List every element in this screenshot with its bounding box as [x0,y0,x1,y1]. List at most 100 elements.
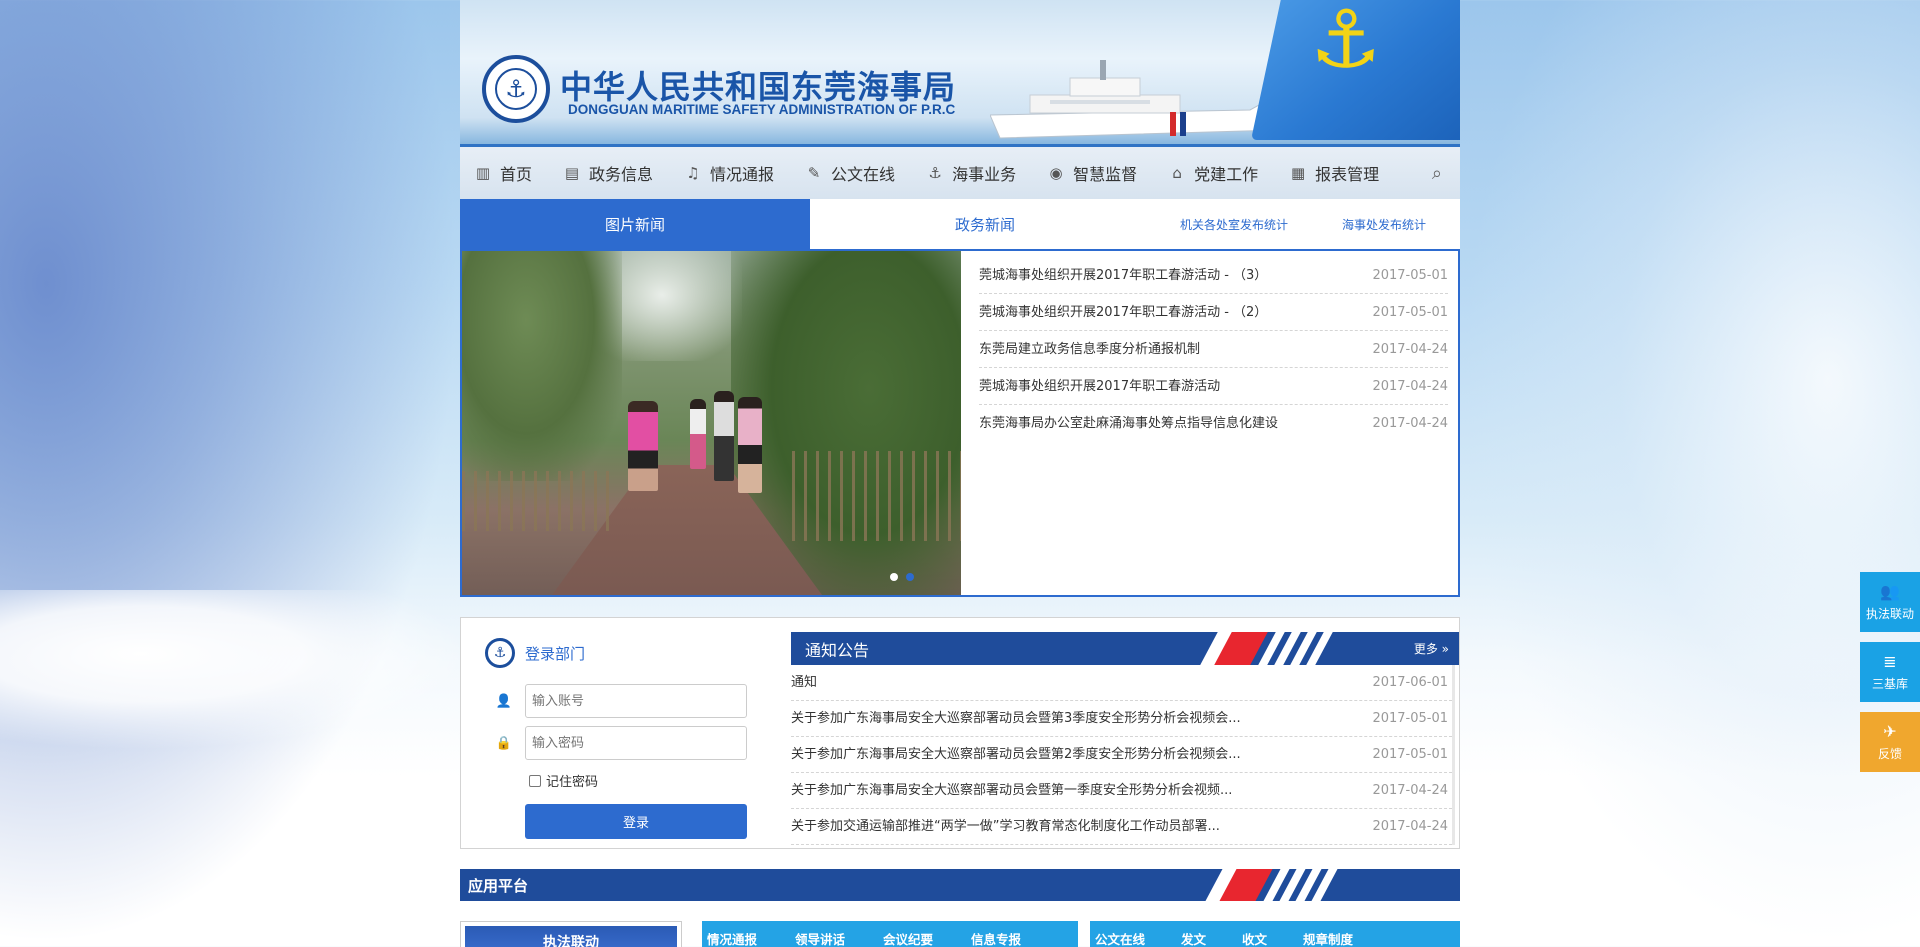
nav-item-home[interactable]: ▥ 首页 [474,161,532,185]
notice-title-text[interactable]: 关于参加交通运输部推进“两学一做”学习教育常态化制度化工作动员部署... [791,809,1220,844]
nav-label: 政务信息 [589,165,654,184]
nav-item-maritime[interactable]: ⚓ 海事业务 [926,161,1016,185]
news-title[interactable]: 东莞海事局办公室赴麻涌海事处筹点指导信息化建设 [979,405,1278,442]
news-tabs: 图片新闻 政务新闻 机关各处室发布统计 海事处发布统计 [460,199,1460,249]
site-title-en: DONGGUAN MARITIME SAFETY ADMINISTRATION … [568,102,956,117]
tab-gov-news[interactable]: 政务新闻 [810,199,1160,249]
notice-date: 2017-05-01 [1372,747,1448,762]
notice-title: 通知公告 [805,640,870,660]
background-clouds [0,590,470,750]
app-platform-bar: 应用平台 [460,869,1460,901]
float-database-button[interactable]: ≣ 三基库 [1860,642,1920,702]
news-photo-carousel[interactable] [462,251,961,595]
notice-title-text[interactable]: 关于参加广东海事局安全大巡察部署动员会暨第2季度安全形势分析会视频会... [791,737,1241,772]
remember-checkbox[interactable] [529,774,541,787]
news-title[interactable]: 东莞局建立政务信息季度分析通报机制 [979,331,1200,367]
app-tab[interactable]: 发文 [1181,929,1206,947]
notice-header-bar: 通知公告 更多 » [791,632,1459,665]
app-card-enforcement-label: 执法联动 [465,926,677,947]
news-item[interactable]: 东莞局建立政务信息季度分析通报机制 2017-04-24 [979,331,1448,368]
news-item[interactable]: 莞城海事处组织开展2017年职工春游活动 - （2） 2017-05-01 [979,294,1448,331]
notice-date: 2017-04-24 [1372,783,1448,798]
site-header: ⚓ 中华人民共和国东莞海事局 DONGGUAN MARITIME SAFETY … [460,0,1460,147]
notice-title-text[interactable]: 关于参加广东海事局安全大巡察部署动员会暨第3季度安全形势分析会视频会... [791,701,1241,736]
news-title[interactable]: 莞城海事处组织开展2017年职工春游活动 - （3） [979,257,1267,293]
msa-emblem-icon: ⚓ [485,638,515,668]
app-card-enforcement[interactable]: 执法联动 [460,921,682,947]
login-button[interactable]: 登录 [525,804,747,839]
news-date: 2017-04-24 [1372,379,1448,394]
app-tab[interactable]: 信息专报 [971,929,1021,947]
carousel-dot[interactable] [890,573,898,581]
remember-password[interactable]: 记住密码 [529,771,598,790]
app-tab[interactable]: 公文在线 [1095,929,1145,947]
flag-anchor-icon: ⚓ [1310,0,1382,86]
notice-list: 通知 2017-06-01 关于参加广东海事局安全大巡察部署动员会暨第3季度安全… [791,665,1455,845]
app-tab[interactable]: 收文 [1242,929,1267,947]
photo-fence [792,451,961,541]
app-tab[interactable]: 领导讲话 [795,929,845,947]
photo-person [714,391,734,481]
nav-label: 海事业务 [952,165,1017,184]
news-title[interactable]: 莞城海事处组织开展2017年职工春游活动 - （2） [979,294,1267,330]
notice-more-link[interactable]: 更多 » [1414,640,1449,657]
background-left [0,0,460,947]
news-title[interactable]: 莞城海事处组织开展2017年职工春游活动 [979,368,1220,404]
news-item[interactable]: 莞城海事处组织开展2017年职工春游活动 2017-04-24 [979,368,1448,405]
patrol-ship-image [990,60,1290,139]
tab-office-stats[interactable]: 机关各处室发布统计 [1180,199,1288,249]
password-input[interactable] [525,726,747,760]
nav-label: 公文在线 [831,165,896,184]
nav-item-reports[interactable]: ▦ 报表管理 [1289,161,1379,185]
eye-icon: ◉ [1049,164,1063,182]
nav-label: 报表管理 [1315,165,1380,184]
notice-title-text[interactable]: 通知 [791,665,817,700]
notice-item[interactable]: 关于参加广东海事局安全大巡察部署动员会暨第3季度安全形势分析会视频会... 20… [791,701,1452,737]
password-row: 🔒 [495,726,747,760]
nav-item-supervision[interactable]: ◉ 智慧监督 [1047,161,1138,185]
nav-item-documents[interactable]: ✎ 公文在线 [805,161,895,185]
bank-icon: ⌂ [1172,164,1182,182]
app-card-documents: 公文在线 发文 收文 规章制度 [1090,921,1460,947]
tab-picture-news[interactable]: 图片新闻 [460,199,810,249]
search-icon[interactable]: ⌕ [1432,163,1442,184]
photo-person [628,401,658,491]
database-icon: ≣ [1883,652,1897,671]
photo-person [690,399,706,469]
login-header: ⚓ 登录部门 [485,638,585,668]
news-item[interactable]: 东莞海事局办公室赴麻涌海事处筹点指导信息化建设 2017-04-24 [979,405,1448,442]
notice-item[interactable]: 关于参加广东海事局安全大巡察部署动员会暨第一季度安全形势分析会视频... 201… [791,773,1452,809]
photo-person [738,397,762,493]
notice-item[interactable]: 通知 2017-06-01 [791,665,1452,701]
account-row: 👤 [495,684,747,718]
notice-item[interactable]: 关于参加广东海事局安全大巡察部署动员会暨第2季度安全形势分析会视频会... 20… [791,737,1452,773]
app-cards: 执法联动 情况通报 领导讲话 会议纪要 信息专报 公文在线 发文 收文 规章制度 [460,921,1460,947]
news-date: 2017-05-01 [1372,305,1448,320]
carousel-dots [890,573,914,581]
account-input[interactable] [525,684,747,718]
news-item[interactable]: 莞城海事处组织开展2017年职工春游活动 - （3） 2017-05-01 [979,257,1448,294]
notice-item[interactable]: 关于参加交通运输部推进“两学一做”学习教育常态化制度化工作动员部署... 201… [791,809,1452,845]
tab-branch-stats[interactable]: 海事处发布统计 [1342,199,1426,249]
runner-icon: ✈ [1883,722,1897,741]
msa-emblem-logo: ⚓ [482,55,550,123]
login-title: 登录部门 [525,644,586,663]
notice-title-text[interactable]: 关于参加广东海事局安全大巡察部署动员会暨第一季度安全形势分析会视频... [791,773,1232,808]
anchor-icon: ⚓ [495,68,537,110]
float-feedback-button[interactable]: ✈ 反馈 [1860,712,1920,772]
building-icon: ▥ [475,164,491,182]
carousel-dot-active[interactable] [906,573,914,581]
app-tab[interactable]: 会议纪要 [883,929,933,947]
nav-item-gov-info[interactable]: ▤ 政务信息 [563,161,653,185]
nav-item-bulletin[interactable]: ♫ 情况通报 [684,161,774,185]
user-icon: 👤 [495,693,513,709]
lock-icon: 🔒 [495,735,513,751]
app-tab[interactable]: 规章制度 [1303,929,1353,947]
nav-item-party[interactable]: ⌂ 党建工作 [1168,161,1258,185]
bell-icon: ♫ [686,164,700,182]
users-icon: 👥 [1880,582,1900,601]
news-panel: 莞城海事处组织开展2017年职工春游活动 - （3） 2017-05-01 莞城… [460,249,1460,597]
news-list: 莞城海事处组织开展2017年职工春游活动 - （3） 2017-05-01 莞城… [961,251,1458,595]
app-tab[interactable]: 情况通报 [707,929,757,947]
float-enforcement-button[interactable]: 👥 执法联动 [1860,572,1920,632]
